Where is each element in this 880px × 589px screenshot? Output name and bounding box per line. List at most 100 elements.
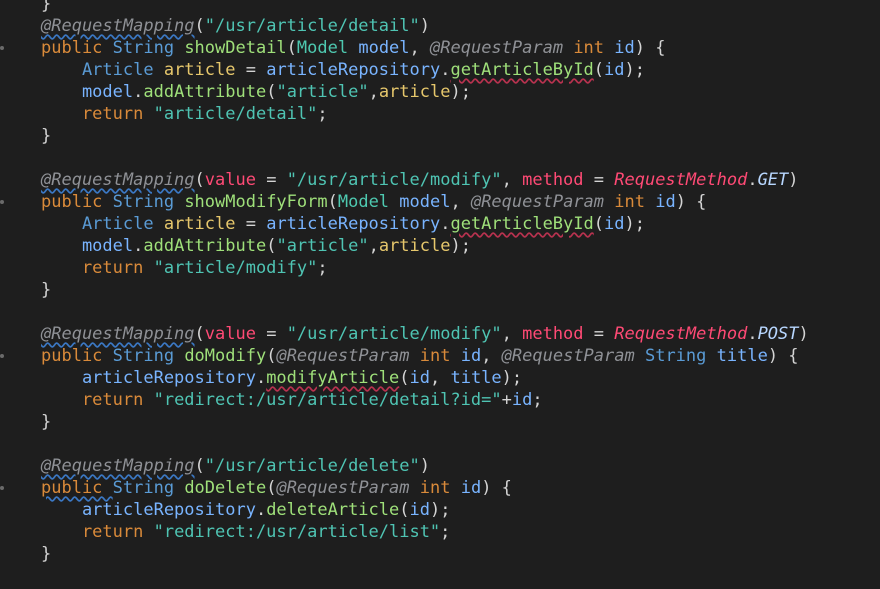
code-token: @RequestParam	[470, 192, 615, 212]
code-token: =	[235, 60, 267, 80]
code-content: public String doDelete(@RequestParam int…	[41, 477, 512, 499]
code-token: article	[378, 236, 451, 256]
code-line[interactable]: public String showDetail(Model model, @R…	[0, 37, 880, 59]
code-line[interactable]: return "article/detail";	[0, 103, 880, 125]
gutter-marker-icon[interactable]	[0, 46, 4, 50]
code-content: return "article/detail";	[41, 103, 328, 125]
code-token: RequestMethod	[614, 170, 748, 190]
code-line[interactable]: articleRepository.deleteArticle(id);	[0, 499, 880, 521]
code-line[interactable]: public String showModifyForm(Model model…	[0, 191, 880, 213]
code-token: .	[133, 236, 144, 256]
code-line[interactable]: return "article/modify";	[0, 257, 880, 279]
gutter-marker-icon[interactable]	[0, 354, 4, 358]
code-content: model.addAttribute("article",article);	[41, 235, 471, 257]
code-content: public String showDetail(Model model, @R…	[41, 37, 665, 59]
code-line[interactable]: articleRepository.modifyArticle(id, titl…	[0, 367, 880, 389]
code-token: showModifyForm	[184, 192, 328, 212]
code-token: (	[593, 60, 604, 80]
code-line[interactable]	[0, 301, 880, 323]
code-token: doModify	[184, 346, 267, 366]
code-token: @RequestParam	[430, 38, 574, 58]
code-token: );	[450, 82, 471, 102]
code-token: Article	[41, 214, 164, 234]
code-token: String	[112, 478, 185, 498]
code-token: "/usr/article/modify"	[286, 324, 502, 344]
code-content: return "article/modify";	[41, 257, 328, 279]
code-line[interactable]: }	[0, 125, 880, 147]
code-token: public	[41, 346, 113, 366]
gutter-marker-icon[interactable]	[0, 200, 4, 204]
code-token: )	[419, 16, 430, 36]
code-line[interactable]: public String doModify(@RequestParam int…	[0, 345, 880, 367]
code-token: "/usr/article/delete"	[204, 456, 420, 476]
code-token: addAttribute	[143, 236, 267, 256]
code-token: (	[194, 16, 205, 36]
code-token: .	[440, 214, 451, 234]
code-token: ;	[317, 104, 328, 124]
gutter-marker-icon[interactable]	[0, 486, 4, 490]
code-editor[interactable]: } @RequestMapping("/usr/article/detail") p…	[0, 0, 880, 589]
code-token: .	[255, 368, 267, 388]
code-line[interactable]: return "redirect:/usr/article/detail?id=…	[0, 389, 880, 411]
code-token: ,	[501, 324, 523, 344]
code-content: }	[41, 125, 51, 147]
code-token: ,	[368, 82, 379, 102]
code-line[interactable]: model.addAttribute("article",article);	[0, 235, 880, 257]
code-token: (	[286, 38, 297, 58]
code-token: (	[194, 456, 205, 476]
code-line[interactable]	[0, 433, 880, 455]
code-token: String	[644, 346, 717, 366]
code-token: Model	[337, 192, 400, 212]
code-token: String	[112, 346, 185, 366]
code-token: );	[450, 236, 471, 256]
code-line[interactable]: return "redirect:/usr/article/list";	[0, 521, 880, 543]
code-token: articleRepository	[266, 60, 441, 80]
code-content: articleRepository.deleteArticle(id);	[41, 499, 451, 521]
code-token: (	[194, 324, 205, 344]
code-token: showDetail	[184, 38, 287, 58]
code-token: (	[266, 236, 277, 256]
code-line[interactable]	[0, 147, 880, 169]
code-line[interactable]: @RequestMapping(value = "/usr/article/mo…	[0, 169, 880, 191]
code-token: (	[593, 214, 604, 234]
code-token: ,	[501, 170, 523, 190]
code-line[interactable]: model.addAttribute("article",article);	[0, 81, 880, 103]
code-token: return	[41, 390, 154, 410]
code-token: getArticleById	[450, 60, 594, 80]
code-line[interactable]: Article article = articleRepository.getA…	[0, 213, 880, 235]
code-line[interactable]: public String doDelete(@RequestParam int…	[0, 477, 880, 499]
code-content: @RequestMapping(value = "/usr/article/mo…	[41, 323, 809, 345]
code-token: String	[112, 38, 185, 58]
code-content: return "redirect:/usr/article/detail?id=…	[41, 389, 543, 411]
code-token: );	[429, 500, 451, 520]
code-token: )	[419, 456, 430, 476]
code-token: (	[266, 346, 277, 366]
code-token: =	[255, 324, 287, 344]
code-line[interactable]: }	[0, 411, 880, 433]
code-token: =	[255, 170, 287, 190]
code-content: }	[41, 279, 51, 301]
code-token: );	[501, 368, 523, 388]
code-token: id	[460, 478, 482, 498]
code-token: .	[440, 60, 451, 80]
code-line[interactable]: }	[0, 543, 880, 565]
code-token: .	[747, 324, 758, 344]
code-line[interactable]: @RequestMapping("/usr/article/delete")	[0, 455, 880, 477]
code-content: articleRepository.modifyArticle(id, titl…	[41, 367, 522, 389]
code-line[interactable]: }	[0, 279, 880, 301]
code-line[interactable]: @RequestMapping(value = "/usr/article/mo…	[0, 323, 880, 345]
code-token: deleteArticle	[266, 500, 400, 520]
code-token: );	[624, 214, 645, 234]
code-token: id	[614, 38, 635, 58]
code-token: method	[522, 170, 584, 190]
code-line[interactable]: }	[0, 0, 880, 15]
code-line[interactable]: @RequestMapping("/usr/article/detail")	[0, 15, 880, 37]
code-token: (	[194, 170, 205, 190]
code-token: ,	[409, 38, 431, 58]
code-line[interactable]: Article article = articleRepository.getA…	[0, 59, 880, 81]
code-content: Article article = articleRepository.getA…	[41, 59, 645, 81]
code-token: );	[624, 60, 645, 80]
code-token: int	[573, 38, 615, 58]
code-token: model	[41, 82, 134, 102]
code-token: "redirect:/usr/article/detail?id="	[153, 390, 502, 410]
